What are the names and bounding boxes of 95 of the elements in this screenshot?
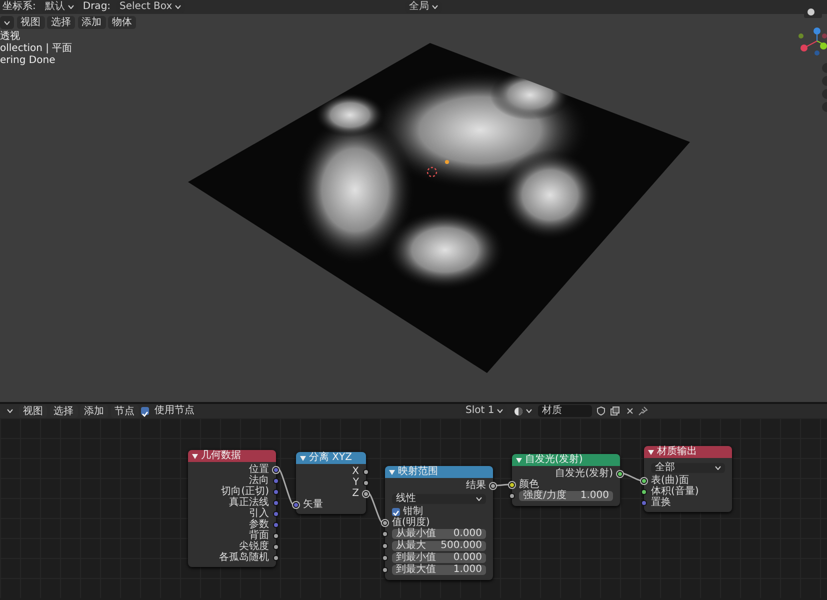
socket-icon[interactable]: [382, 542, 388, 548]
material-sphere-icon: [514, 406, 523, 416]
socket-label: X: [352, 466, 359, 477]
socket-label: 切向(正切): [221, 486, 269, 497]
collapse-caret-icon[interactable]: [516, 458, 522, 462]
viewport-info-text: ollection | 平面: [0, 43, 74, 55]
node-title: 分离 XYZ: [309, 452, 352, 464]
collapse-caret-icon[interactable]: [389, 470, 395, 474]
socket-icon[interactable]: [509, 492, 515, 498]
socket-label: 矢量: [303, 499, 323, 510]
value-field[interactable]: 从最大 500.000: [392, 540, 486, 550]
node-dropdown[interactable]: 线性: [392, 494, 486, 504]
socket-label: Y: [352, 477, 359, 488]
socket-label: 背面: [249, 530, 269, 541]
value-field[interactable]: 从最小值 0.000: [392, 528, 486, 538]
node-header[interactable]: 材质输出: [644, 446, 732, 458]
caret-icon: [526, 409, 532, 413]
node-title: 材质输出: [657, 446, 697, 458]
node-title: 自发光(发射): [525, 454, 583, 466]
menu-button[interactable]: 添加: [78, 16, 106, 29]
socket-label: 颜色: [519, 479, 539, 490]
caret-icon: [497, 409, 504, 413]
origin-icon: [445, 160, 449, 164]
socket-label: 自发光(发射): [555, 468, 613, 479]
socket-icon[interactable]: [363, 490, 369, 496]
socket-label: 尖锐度: [239, 541, 269, 552]
caret-icon: [6, 409, 12, 413]
node-header[interactable]: 几何数据: [188, 450, 276, 462]
caret-icon: [715, 466, 721, 470]
node-link: [278, 468, 294, 506]
socket-icon[interactable]: [382, 520, 388, 526]
socket-icon[interactable]: [382, 530, 388, 536]
node-link: [496, 484, 510, 486]
viewport-info-text: 透视: [0, 31, 21, 43]
caret-icon: [175, 5, 182, 9]
node-title: 映射范围: [398, 466, 438, 478]
socket-icon[interactable]: [382, 566, 388, 572]
caret-icon: [68, 5, 74, 9]
checkbox[interactable]: [392, 508, 400, 516]
node-link: [622, 472, 642, 482]
menu-button[interactable]: 选择: [47, 16, 75, 29]
socket-icon[interactable]: [293, 502, 299, 508]
editor-type-dropdown[interactable]: [0, 16, 14, 29]
node-dropdown[interactable]: 全部: [651, 462, 725, 472]
socket-label: 值(明度): [392, 517, 430, 528]
node-title: 几何数据: [201, 450, 241, 462]
value-field[interactable]: 到最小值 0.000: [392, 552, 486, 562]
socket-label: 置换: [651, 497, 671, 508]
socket-label: 结果: [466, 480, 486, 491]
node-link: [368, 492, 383, 524]
collapse-caret-icon[interactable]: [648, 450, 654, 454]
pin-icon[interactable]: [638, 406, 648, 416]
socket-icon[interactable]: [641, 488, 647, 494]
caret-icon: [432, 5, 438, 9]
value-field[interactable]: 强度/力度 1.000: [519, 490, 613, 500]
caret-icon: [4, 20, 10, 24]
axis-gizmo-icon[interactable]: [797, 26, 827, 56]
toolbar-label: 坐标系:: [2, 0, 36, 14]
socket-icon[interactable]: [363, 468, 369, 474]
menu-button[interactable]: 视图: [16, 16, 44, 29]
node-header[interactable]: 映射范围: [385, 466, 493, 478]
socket-label: 各孤岛随机: [219, 552, 269, 563]
duplicate-icon[interactable]: [609, 406, 622, 416]
use-nodes-checkbox[interactable]: [141, 407, 149, 415]
caret-icon: [476, 496, 482, 500]
socket-icon[interactable]: [382, 554, 388, 560]
use-nodes-label: 使用节点: [154, 404, 194, 418]
socket-label: 位置: [249, 464, 269, 475]
node-header[interactable]: 分离 XYZ: [296, 452, 366, 464]
socket-icon[interactable]: [641, 478, 647, 484]
material-name-field[interactable]: 材质: [538, 405, 592, 417]
socket-icon[interactable]: [509, 482, 515, 488]
socket-icon[interactable]: [490, 482, 496, 488]
viewport-info-text: ering Done: [0, 55, 56, 67]
value-field[interactable]: 到最大值 1.000: [392, 564, 486, 574]
3d-cursor-icon: [425, 166, 439, 178]
collapse-caret-icon[interactable]: [192, 454, 198, 458]
socket-icon[interactable]: [617, 470, 623, 476]
menu-button[interactable]: 物体: [108, 16, 136, 29]
socket-icon[interactable]: [273, 544, 279, 550]
socket-label: 引入: [249, 508, 269, 519]
checkbox-label: 钳制: [403, 506, 423, 517]
socket-icon[interactable]: [273, 554, 279, 560]
socket-label: 真正法线: [229, 497, 269, 508]
socket-icon[interactable]: [273, 532, 279, 538]
socket-label: 法向: [249, 475, 269, 486]
socket-icon[interactable]: [273, 466, 279, 472]
socket-label: 表(曲)面: [651, 475, 689, 486]
toolbar-label: Drag:: [82, 0, 111, 14]
collapse-caret-icon[interactable]: [300, 456, 306, 460]
socket-icon[interactable]: [363, 480, 369, 486]
socket-label: 体积(音量): [651, 486, 699, 497]
socket-label: 参数: [249, 519, 269, 530]
socket-label: Z: [352, 488, 359, 499]
shield-icon[interactable]: [594, 406, 607, 416]
